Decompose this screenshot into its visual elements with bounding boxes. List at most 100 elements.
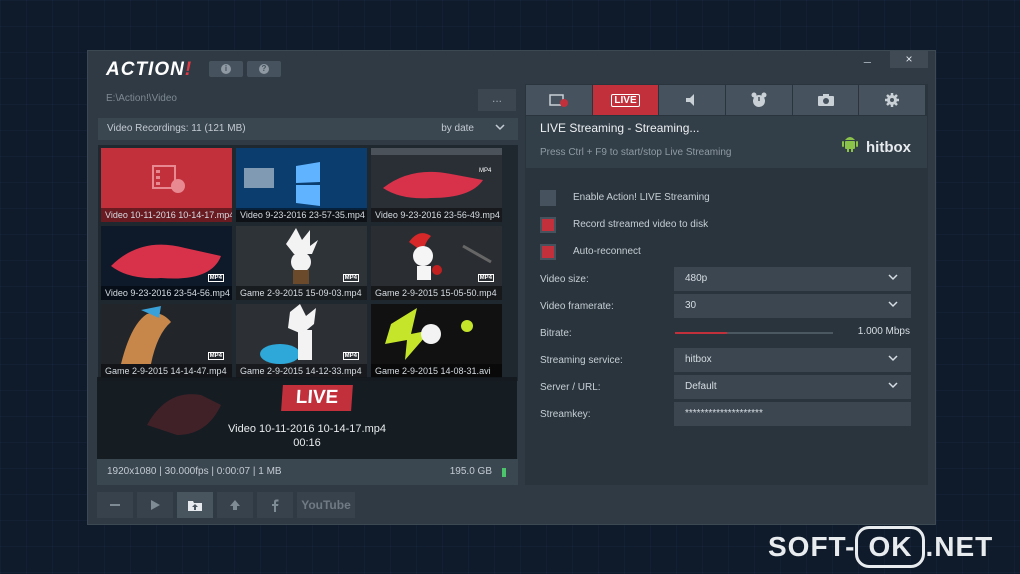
bitrate-label: Bitrate: [540, 328, 572, 339]
recording-caption: Game 2-9-2015 14-12-33.mp4 [236, 364, 367, 378]
preview-title: Video 10-11-2016 10-14-17.mp4 [228, 423, 386, 435]
auto-reconnect-checkbox[interactable] [540, 244, 556, 260]
mp4-badge: MP4 [342, 274, 359, 282]
speaker-icon [686, 94, 695, 106]
mp4-badge: MP4 [477, 274, 494, 282]
tab-audio[interactable] [659, 85, 726, 115]
minimize-button[interactable]: – [864, 54, 871, 69]
enable-live-checkbox[interactable] [540, 190, 556, 206]
stream-status-title: LIVE Streaming - Streaming... [540, 121, 700, 135]
tab-settings[interactable] [859, 85, 926, 115]
recording-caption: Video 9-23-2016 23-56-49.mp4 [371, 208, 502, 222]
recording-tile[interactable]: Game 2-9-2015 14-08-31.avi [371, 304, 502, 378]
tab-live[interactable]: LIVE [592, 85, 659, 115]
record-to-disk-label: Record streamed video to disk [573, 219, 709, 230]
recording-toolbar: YouTube [97, 490, 518, 520]
chevron-down-icon [887, 297, 899, 314]
hitbox-text: hitbox [866, 139, 911, 156]
android-icon [841, 137, 862, 156]
mp4-badge: MP4 [207, 352, 224, 360]
alarm-clock-icon [751, 92, 767, 107]
record-video-icon [549, 94, 568, 107]
recording-caption: Video 10-11-2016 10-14-17.mp4 [101, 208, 232, 222]
watermark-logo: SOFT- OK .NET [768, 526, 993, 568]
youtube-button[interactable]: YouTube [297, 492, 355, 518]
recordings-header: Video Recordings: 11 (121 MB) by date [98, 118, 518, 140]
bitrate-value: 1.000 Mbps [857, 326, 910, 337]
live-badge: LIVE [281, 385, 353, 411]
disk-free: 195.0 GB [449, 466, 492, 477]
stream-status: LIVE Streaming - Streaming... Press Ctrl… [526, 116, 927, 168]
recordings-count: Video Recordings: 11 (121 MB) [107, 123, 246, 134]
stream-hotkey-hint: Press Ctrl + F9 to start/stop Live Strea… [540, 147, 732, 158]
live-icon: LIVE [611, 93, 640, 107]
framerate-select[interactable]: 30 [674, 294, 911, 318]
title-bar: ACTION! i ? – × [88, 51, 935, 85]
live-preview-overlay: LIVE Video 10-11-2016 10-14-17.mp4 00:16 [97, 377, 517, 459]
watermark-ok: OK [855, 526, 926, 568]
info-button[interactable]: i [209, 61, 243, 77]
camera-icon [817, 94, 834, 106]
path-text: E:\Action!\Video [106, 93, 177, 104]
tab-screenshot[interactable] [792, 85, 859, 115]
streaming-service-value: hitbox [685, 354, 712, 365]
tab-record[interactable] [526, 85, 592, 115]
recording-info-bar: 1920x1080 | 30.000fps | 0:00:07 | 1 MB 1… [97, 459, 518, 485]
streaming-service-label: Streaming service: [540, 355, 623, 366]
recording-caption: Game 2-9-2015 15-09-03.mp4 [236, 286, 367, 300]
recording-tile[interactable]: MP4 Game 2-9-2015 15-05-50.mp4 [371, 226, 502, 300]
recording-caption: Game 2-9-2015 14-14-47.mp4 [101, 364, 232, 378]
bitrate-slider[interactable] [675, 332, 833, 334]
server-url-label: Server / URL: [540, 382, 601, 393]
browse-button[interactable]: ... [478, 89, 516, 111]
record-to-disk-checkbox[interactable] [540, 217, 556, 233]
disk-status-icon [502, 468, 506, 477]
recording-caption: Video 9-23-2016 23-57-35.mp4 [236, 208, 367, 222]
recording-tile[interactable]: MP4 Video 9-23-2016 23-54-56.mp4 [101, 226, 232, 300]
chevron-down-icon [887, 270, 899, 287]
watermark-right: .NET [925, 531, 994, 562]
chevron-down-icon[interactable] [494, 121, 506, 136]
video-size-label: Video size: [540, 274, 589, 285]
recording-details: 1920x1080 | 30.000fps | 0:00:07 | 1 MB [107, 466, 282, 477]
open-folder-button[interactable] [177, 492, 213, 518]
recording-tile[interactable]: MP4 Game 2-9-2015 14-14-47.mp4 [101, 304, 232, 378]
enable-live-label: Enable Action! LIVE Streaming [573, 192, 710, 203]
folder-icon [188, 501, 202, 511]
close-button[interactable]: × [890, 51, 928, 68]
bitrate-slider-fill [675, 332, 728, 334]
recording-tile[interactable]: MP4 Game 2-9-2015 14-12-33.mp4 [236, 304, 367, 378]
gear-icon [885, 93, 900, 107]
hitbox-logo: hitbox [841, 134, 911, 156]
server-url-select[interactable]: Default [674, 375, 911, 399]
recording-caption: Game 2-9-2015 15-05-50.mp4 [371, 286, 502, 300]
delete-button[interactable] [97, 492, 133, 518]
sort-dropdown[interactable]: by date [441, 123, 474, 134]
streaming-service-select[interactable]: hitbox [674, 348, 911, 372]
help-button[interactable]: ? [247, 61, 281, 77]
recording-tile[interactable]: MP4 Game 2-9-2015 15-09-03.mp4 [236, 226, 367, 300]
upload-button[interactable] [217, 492, 253, 518]
recording-caption: Game 2-9-2015 14-08-31.avi [371, 364, 502, 378]
mp4-badge: MP4 [207, 274, 224, 282]
recording-tile[interactable]: Video 9-23-2016 23-57-35.mp4 [236, 148, 367, 222]
action-app-window: ACTION! i ? – × E:\Action!\Video ... Vid… [87, 50, 936, 525]
recordings-grid: Video 10-11-2016 10-14-17.mp4 Video 9-23… [98, 145, 518, 381]
live-streaming-panel: LIVE LIVE Streaming - Streaming... Press… [525, 84, 928, 485]
facebook-button[interactable] [257, 492, 293, 518]
preview-duration: 00:16 [293, 437, 321, 449]
play-icon [151, 500, 160, 510]
auto-reconnect-label: Auto-reconnect [573, 246, 641, 257]
play-button[interactable] [137, 492, 173, 518]
streamkey-value: ******************** [685, 408, 763, 419]
video-size-select[interactable]: 480p [674, 267, 911, 291]
youtube-icon: YouTube [301, 498, 351, 512]
facebook-icon [272, 499, 279, 512]
watermark-left: SOFT- [768, 531, 856, 562]
recording-tile[interactable]: Video 10-11-2016 10-14-17.mp4 [101, 148, 232, 222]
mp4-badge: MP4 [342, 352, 359, 360]
tab-timer[interactable] [726, 85, 792, 115]
recording-tile[interactable]: MP4 Video 9-23-2016 23-56-49.mp4 [371, 148, 502, 222]
info-icon: i [221, 64, 231, 74]
streamkey-input[interactable]: ******************** [674, 402, 911, 426]
